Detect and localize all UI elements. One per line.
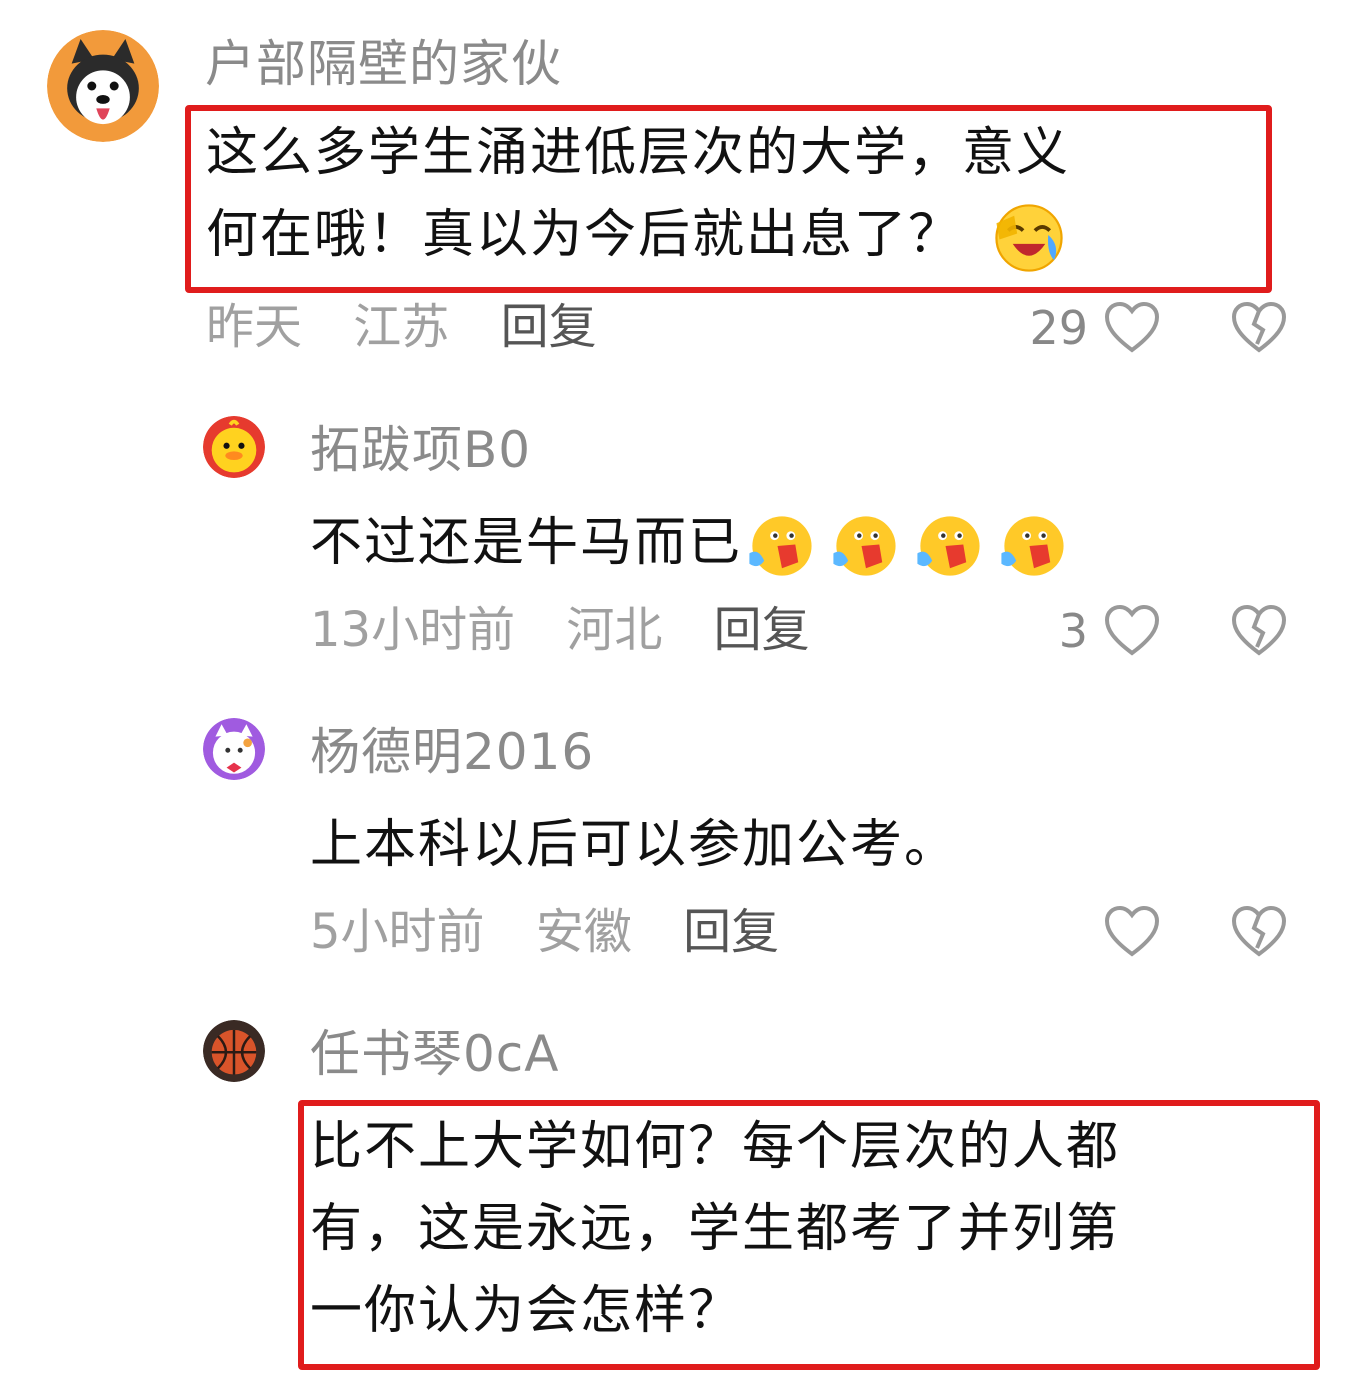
avatar-cat[interactable] (203, 718, 265, 780)
avatar-duck[interactable] (203, 416, 265, 478)
husky-avatar-icon (47, 30, 159, 142)
comment-location: 江苏 (353, 299, 450, 355)
comment-username[interactable]: 杨德明2016 (310, 722, 594, 782)
comment-meta: 5小时前 安徽 回复 (310, 902, 815, 962)
comment-meta: 13小时前 河北 回复 (310, 600, 846, 660)
face-palm-emoji-icon (910, 509, 984, 583)
comment-text-line: 一你认为会怎样？ (310, 1281, 743, 1341)
comment-meta: 昨天 江苏 回复 (206, 297, 633, 357)
avatar-husky[interactable] (47, 30, 159, 142)
comment-username[interactable]: 任书琴0cA (310, 1024, 560, 1084)
comment-text: 这么多学生涌进低层次的大学，意义 何在哦！真以为今后就出息了？ (206, 112, 1266, 276)
reply-button[interactable]: 回复 (501, 299, 597, 355)
comment-location: 河北 (566, 602, 663, 658)
heart-outline-icon[interactable] (1103, 904, 1161, 958)
comment-text: 不过还是牛马而已 (310, 502, 1068, 584)
comment-text: 比不上大学如何？每个层次的人都 有，这是永远，学生都考了并列第 一你认为会怎样？ (310, 1106, 1310, 1352)
avatar-basketball[interactable] (203, 1020, 265, 1082)
comment-text-line: 何在哦！真以为今后就出息了？ (206, 194, 1266, 276)
comment-text: 上本科以后可以参加公考。 (310, 815, 959, 875)
comment-time: 5小时前 (310, 904, 485, 960)
comment-text-line-text: 不过还是牛马而已 (310, 513, 743, 573)
duck-avatar-icon (203, 416, 265, 478)
comment-time: 13小时前 (310, 602, 516, 658)
comment-time: 昨天 (206, 299, 303, 355)
comment-text-line: 比不上大学如何？每个层次的人都 (310, 1117, 1121, 1177)
like-count: 29 (1029, 301, 1088, 355)
face-palm-emoji-icon (994, 509, 1068, 583)
heart-outline-icon[interactable] (1103, 300, 1161, 354)
crying-laughing-emoji-icon (992, 201, 1066, 275)
comment-text-line: 这么多学生涌进低层次的大学，意义 (206, 123, 1071, 183)
comment-username[interactable]: 户部隔壁的家伙 (205, 34, 562, 94)
cat-avatar-icon (203, 718, 265, 780)
reply-button[interactable]: 回复 (714, 602, 810, 658)
comment-username[interactable]: 拓跋项B0 (310, 420, 531, 480)
heart-outline-icon[interactable] (1103, 603, 1161, 657)
broken-heart-icon[interactable] (1230, 300, 1288, 354)
like-count: 3 (1058, 604, 1088, 658)
face-palm-emoji-icon (826, 509, 900, 583)
face-palm-emoji-icon (742, 509, 816, 583)
reply-button[interactable]: 回复 (683, 904, 779, 960)
comment-location: 安徽 (535, 904, 632, 960)
basketball-avatar-icon (203, 1020, 265, 1082)
broken-heart-icon[interactable] (1230, 904, 1288, 958)
broken-heart-icon[interactable] (1230, 603, 1288, 657)
comment-text-line: 有，这是永远，学生都考了并列第 (310, 1199, 1121, 1259)
comment-text-line-text: 何在哦！真以为今后就出息了？ (206, 205, 963, 265)
